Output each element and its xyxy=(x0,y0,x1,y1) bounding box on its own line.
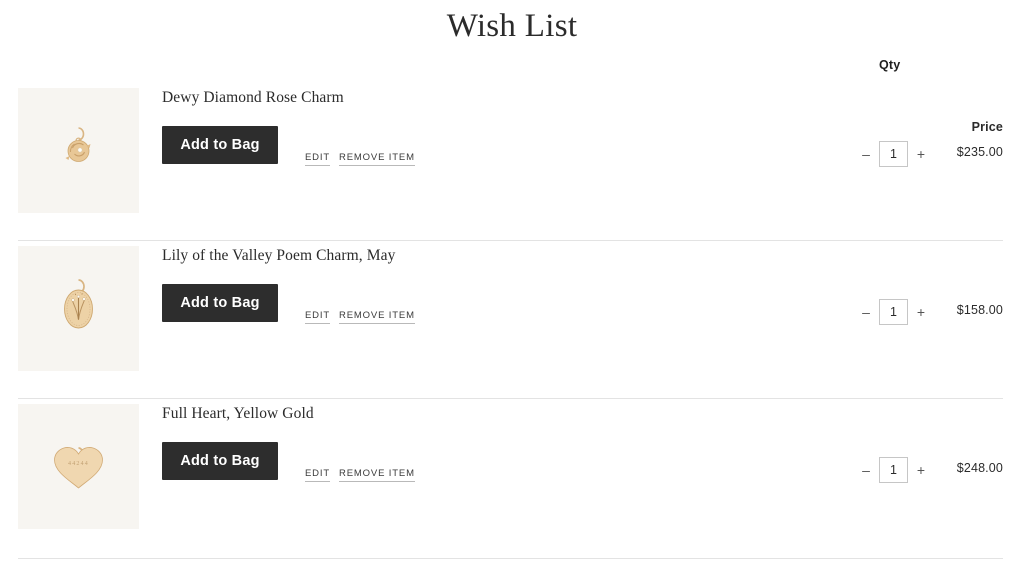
product-title: Dewy Diamond Rose Charm xyxy=(162,89,344,106)
add-to-bag-button[interactable]: Add to Bag xyxy=(162,442,278,480)
wishlist-page: Wish List Qty Price Dewy Diamond Rose Ch… xyxy=(0,0,1024,578)
product-thumbnail[interactable]: 44244 xyxy=(18,404,139,529)
edit-link[interactable]: EDIT xyxy=(305,310,331,324)
quantity-decrease-button[interactable]: – xyxy=(858,459,874,481)
quantity-stepper: – 1 + xyxy=(858,457,929,483)
add-to-bag-button[interactable]: Add to Bag xyxy=(162,284,278,322)
product-thumbnail[interactable] xyxy=(18,88,139,213)
add-to-bag-button[interactable]: Add to Bag xyxy=(162,126,278,164)
page-title: Wish List xyxy=(446,8,578,44)
quantity-stepper: – 1 + xyxy=(858,299,929,325)
product-actions: Add to Bag EDIT REMOVE ITEM xyxy=(162,442,722,482)
product-thumbnail[interactable] xyxy=(18,246,139,371)
quantity-decrease-button[interactable]: – xyxy=(858,143,874,165)
product-price: $158.00 xyxy=(956,303,1003,317)
list-bottom-divider xyxy=(18,558,1003,559)
column-header-qty: Qty xyxy=(879,58,901,72)
wishlist-item-row: 44244 Full Heart, Yellow Gold Add to Bag… xyxy=(0,399,1024,556)
column-headers: Qty Price xyxy=(0,58,1024,134)
quantity-value[interactable]: 1 xyxy=(879,141,908,167)
product-price: $235.00 xyxy=(956,145,1003,159)
remove-item-link[interactable]: REMOVE ITEM xyxy=(339,310,415,324)
remove-item-link[interactable]: REMOVE ITEM xyxy=(339,152,415,166)
product-details: Dewy Diamond Rose Charm Add to Bag EDIT … xyxy=(162,88,722,166)
quantity-value[interactable]: 1 xyxy=(879,457,908,483)
wishlist-item-row: Lily of the Valley Poem Charm, May Add t… xyxy=(0,241,1024,398)
product-price: $248.00 xyxy=(956,461,1003,475)
quantity-increase-button[interactable]: + xyxy=(913,301,929,323)
quantity-stepper: – 1 + xyxy=(858,141,929,167)
product-details: Full Heart, Yellow Gold Add to Bag EDIT … xyxy=(162,404,722,482)
edit-link[interactable]: EDIT xyxy=(305,468,331,482)
wishlist-items: Dewy Diamond Rose Charm Add to Bag EDIT … xyxy=(0,83,1024,556)
remove-item-link[interactable]: REMOVE ITEM xyxy=(339,468,415,482)
edit-link[interactable]: EDIT xyxy=(305,152,331,166)
svg-text:44244: 44244 xyxy=(68,461,89,467)
quantity-increase-button[interactable]: + xyxy=(913,143,929,165)
product-title: Lily of the Valley Poem Charm, May xyxy=(162,247,396,264)
product-actions: Add to Bag EDIT REMOVE ITEM xyxy=(162,284,722,324)
quantity-increase-button[interactable]: + xyxy=(913,459,929,481)
product-details: Lily of the Valley Poem Charm, May Add t… xyxy=(162,246,722,324)
product-title: Full Heart, Yellow Gold xyxy=(162,405,314,422)
quantity-decrease-button[interactable]: – xyxy=(858,301,874,323)
wishlist-item-row: Dewy Diamond Rose Charm Add to Bag EDIT … xyxy=(0,83,1024,240)
product-actions: Add to Bag EDIT REMOVE ITEM xyxy=(162,126,722,166)
quantity-value[interactable]: 1 xyxy=(879,299,908,325)
